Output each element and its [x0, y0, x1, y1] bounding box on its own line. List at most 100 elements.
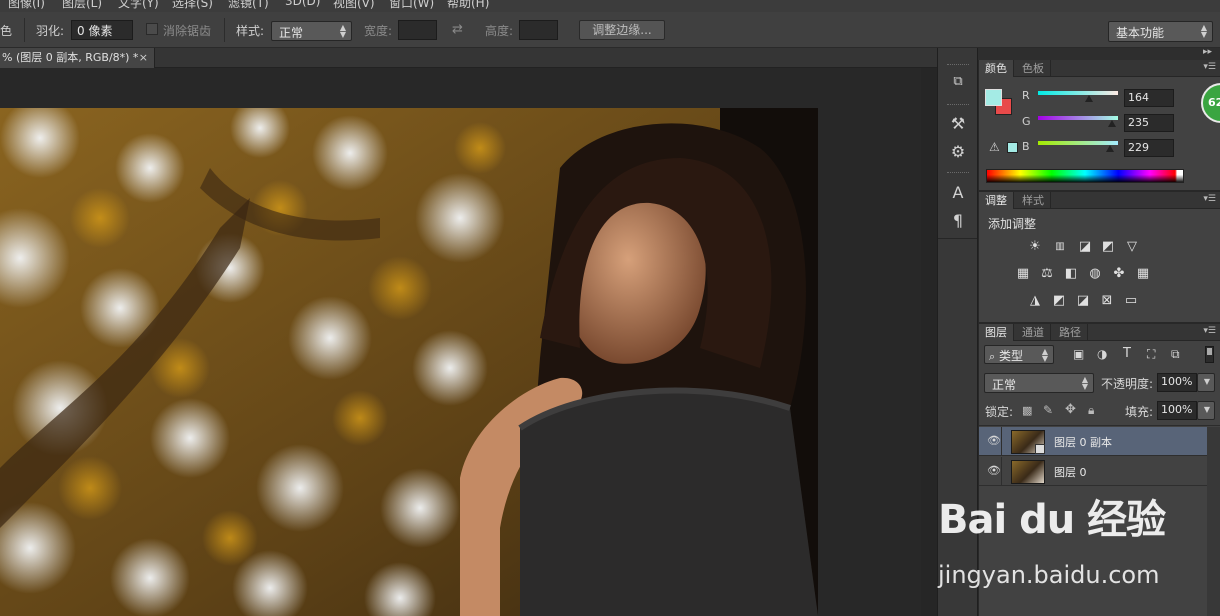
close-icon[interactable]: ×: [139, 48, 148, 68]
exposure-icon[interactable]: ◩: [1099, 239, 1117, 255]
fill-dropdown[interactable]: ▼: [1197, 401, 1215, 420]
layer-thumbnail: [1011, 460, 1045, 484]
panel-collapse-bar[interactable]: ◂◂ ▸▸: [937, 47, 1220, 60]
width-input[interactable]: [398, 20, 437, 40]
opacity-input[interactable]: 100%: [1157, 373, 1197, 392]
menu-select[interactable]: 选择(S): [172, 0, 213, 11]
red-slider-track[interactable]: [1038, 91, 1118, 102]
panel-menu-icon[interactable]: ▾☰: [1203, 194, 1216, 204]
layer-filter-select[interactable]: ⌕ 类型 ▲ ▼: [984, 345, 1054, 364]
lock-all-icon[interactable]: 🔒︎: [1088, 403, 1094, 418]
height-input[interactable]: [519, 20, 558, 40]
menu-type[interactable]: 文字(Y): [118, 0, 159, 11]
drag-grip[interactable]: [947, 172, 969, 174]
antialias-checkbox[interactable]: [146, 23, 158, 35]
opacity-label: 不透明度:: [1101, 377, 1154, 391]
menu-3d[interactable]: 3D(D): [285, 0, 320, 8]
black-white-icon[interactable]: ◧: [1062, 266, 1080, 282]
vibrance-icon[interactable]: ▽: [1123, 239, 1141, 255]
green-slider-thumb[interactable]: [1107, 120, 1116, 127]
fill-input[interactable]: 100%: [1157, 401, 1197, 420]
blue-slider-thumb[interactable]: [1105, 145, 1114, 152]
tab-layers[interactable]: 图层: [979, 324, 1014, 341]
menu-view[interactable]: 视图(V): [333, 0, 375, 11]
eye-icon[interactable]: 👁︎: [987, 464, 1001, 477]
blend-mode-select[interactable]: 正常 ▲ ▼: [984, 373, 1094, 393]
character-icon[interactable]: A: [946, 182, 970, 204]
tab-paths[interactable]: 路径: [1053, 324, 1088, 341]
red-slider-thumb[interactable]: [1085, 95, 1094, 102]
threshold-icon[interactable]: ◪: [1074, 293, 1092, 309]
tab-swatches[interactable]: 色板: [1016, 60, 1051, 77]
photo-filter-icon[interactable]: ◍: [1086, 266, 1104, 282]
vertical-scrollbar[interactable]: [921, 68, 937, 616]
menu-layer[interactable]: 图层(L): [62, 0, 102, 11]
document-tab[interactable]: % (图层 0 副本, RGB/8*) * ×: [0, 48, 155, 68]
filter-adjustment-icon[interactable]: ◑: [1097, 347, 1107, 361]
layer-name[interactable]: 图层 0 副本: [1054, 434, 1112, 450]
menu-help[interactable]: 帮助(H): [447, 0, 489, 11]
gradient-map-icon[interactable]: ▭: [1122, 293, 1140, 309]
posterize-icon[interactable]: ◩: [1050, 293, 1068, 309]
curves-icon[interactable]: ◪: [1076, 239, 1094, 255]
tab-channels[interactable]: 通道: [1016, 324, 1051, 341]
filter-type-icon[interactable]: T: [1123, 346, 1131, 361]
feather-label: 羽化:: [36, 24, 65, 38]
blue-value-input[interactable]: 229: [1124, 139, 1174, 157]
swap-arrows-icon[interactable]: ⇄: [452, 22, 463, 37]
foreground-color-swatch[interactable]: [985, 89, 1002, 106]
color-spectrum-bar[interactable]: [986, 169, 1184, 183]
gamut-color-swatch[interactable]: [1007, 142, 1018, 153]
tool-preset-icon[interactable]: ⚙: [946, 141, 970, 163]
panel-menu-icon[interactable]: ▾☰: [1203, 326, 1216, 336]
brush-preset-icon[interactable]: ⚒: [946, 113, 970, 135]
green-value-input[interactable]: 235: [1124, 114, 1174, 132]
document-image[interactable]: [0, 108, 818, 616]
double-chevron-right-icon[interactable]: ▸▸: [1203, 47, 1212, 57]
layer-row[interactable]: 👁︎ 图层 0: [979, 457, 1207, 486]
filter-toggle[interactable]: [1205, 346, 1214, 363]
refine-edge-button[interactable]: 调整边缘...: [579, 20, 665, 40]
search-icon: ⌕: [989, 350, 996, 363]
eye-icon[interactable]: 👁︎: [987, 434, 1001, 447]
color-balance-icon[interactable]: ⚖: [1038, 266, 1056, 282]
levels-icon[interactable]: ▥: [1051, 239, 1069, 255]
color-lookup-icon[interactable]: ▦: [1134, 266, 1152, 282]
tab-color[interactable]: 颜色: [979, 60, 1014, 77]
feather-input[interactable]: 0 像素: [71, 20, 133, 40]
layer-name[interactable]: 图层 0: [1054, 464, 1087, 480]
blue-slider-track[interactable]: [1038, 141, 1118, 152]
lock-position-icon[interactable]: ✥: [1065, 402, 1076, 417]
lock-image-icon[interactable]: ✎: [1043, 403, 1053, 417]
filter-shape-icon[interactable]: ⛶: [1147, 347, 1155, 362]
divider: [979, 425, 1220, 426]
history-icon[interactable]: ⧉: [946, 71, 970, 93]
blend-mode-value: 正常: [992, 378, 1017, 392]
tab-adjustments[interactable]: 调整: [979, 192, 1014, 209]
green-slider-track[interactable]: [1038, 116, 1118, 127]
filter-smart-object-icon[interactable]: ⧉: [1171, 347, 1180, 362]
lock-transparent-icon[interactable]: ▩: [1022, 404, 1032, 417]
selection-mode-glyph[interactable]: 色: [0, 22, 12, 39]
drag-grip[interactable]: [947, 104, 969, 106]
menu-window[interactable]: 窗口(W): [389, 0, 434, 11]
channel-r-label: R: [1022, 89, 1030, 102]
workspace-select[interactable]: 基本功能 ▲ ▼: [1108, 21, 1213, 42]
opacity-dropdown[interactable]: ▼: [1197, 373, 1215, 392]
drag-grip[interactable]: [947, 64, 969, 66]
gamut-warning-icon[interactable]: ⚠: [989, 140, 1000, 154]
paragraph-icon[interactable]: ¶: [946, 210, 970, 232]
panel-menu-icon[interactable]: ▾☰: [1203, 62, 1216, 72]
tab-styles[interactable]: 样式: [1016, 192, 1051, 209]
menu-filter[interactable]: 滤镜(T): [228, 0, 269, 11]
layer-row[interactable]: 👁︎ 图层 0 副本: [979, 427, 1207, 456]
invert-icon[interactable]: ◮: [1026, 293, 1044, 309]
style-select[interactable]: 正常 ▲ ▼: [271, 21, 352, 41]
hue-saturation-icon[interactable]: ▦: [1014, 266, 1032, 282]
channel-mixer-icon[interactable]: ✤: [1110, 266, 1128, 282]
menu-image[interactable]: 图像(I): [8, 0, 45, 11]
brightness-contrast-icon[interactable]: ☀: [1026, 239, 1044, 255]
filter-pixel-icon[interactable]: ▣: [1073, 347, 1084, 361]
selective-color-icon[interactable]: ⊠: [1098, 293, 1116, 309]
red-value-input[interactable]: 164: [1124, 89, 1174, 107]
